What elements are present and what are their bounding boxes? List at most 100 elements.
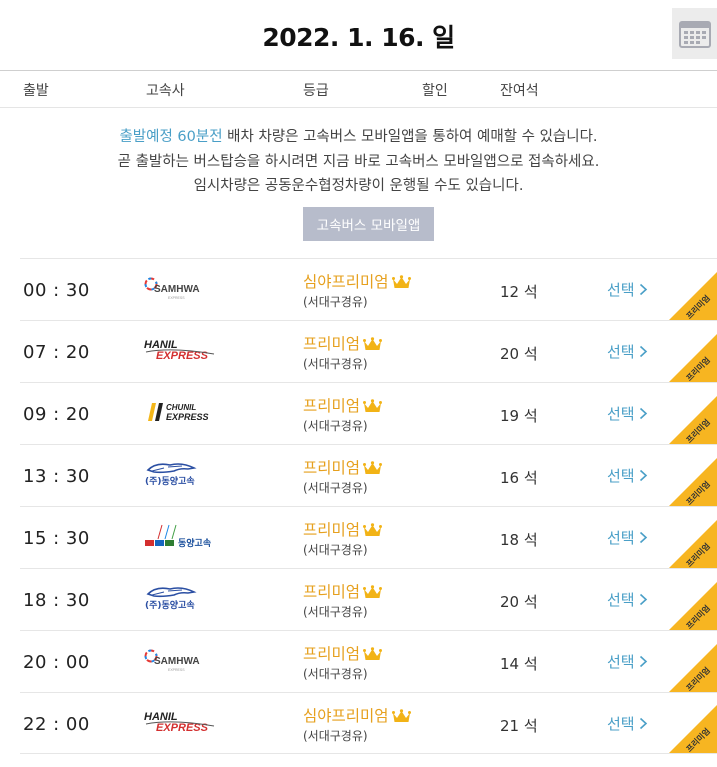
schedule-row: 09 : 20 CHUNIL EXPRESS 프리미엄 (서대구경유) 19 석 선택 프리… bbox=[20, 382, 717, 444]
select-button[interactable]: 선택 bbox=[607, 279, 648, 300]
departure-time: 00 : 30 bbox=[23, 280, 90, 301]
crown-icon bbox=[363, 461, 383, 474]
premium-ribbon: 프리미엄 bbox=[669, 334, 717, 382]
premium-ribbon: 프리미엄 bbox=[669, 705, 717, 753]
chevron-right-icon bbox=[640, 345, 648, 358]
schedule-row: 13 : 30 (주)동양고속 프리미엄 (서대구경유) 16 석 선택 프리미엄 bbox=[20, 444, 717, 506]
schedule-row: 18 : 30 (주)동양고속 프리미엄 (서대구경유) 20 석 선택 프리미엄 bbox=[20, 568, 717, 630]
notice: 출발예정 60분전 배차 차량은 고속버스 모바일앱을 통하여 예매할 수 있습… bbox=[0, 108, 717, 199]
route-note: (서대구경유) bbox=[303, 729, 368, 743]
grade-label: 프리미엄 bbox=[303, 394, 383, 416]
col-seats: 잔여석 bbox=[500, 83, 539, 99]
premium-ribbon: 프리미엄 bbox=[669, 458, 717, 506]
column-header: 출발 고속사 등급 할인 잔여석 bbox=[0, 71, 717, 108]
crown-icon bbox=[363, 399, 383, 412]
svg-text:(주)동양고속: (주)동양고속 bbox=[145, 475, 195, 487]
departure-time: 13 : 30 bbox=[23, 466, 90, 487]
company-logo: 동양고속 bbox=[142, 521, 222, 551]
calendar-button[interactable] bbox=[672, 8, 717, 59]
seats-remaining: 21 석 bbox=[500, 717, 538, 735]
seats-remaining: 19 석 bbox=[500, 407, 538, 425]
schedule-row: 07 : 20 HANIL EXPRESS 프리미엄 (서대구경유) 20 석 선택 프리미… bbox=[20, 320, 717, 382]
route-note: (서대구경유) bbox=[303, 667, 368, 681]
schedule-row: 00 : 30 SAMHWA EXPRESS 심야프리미엄 (서대구경유) 12 석 선택 … bbox=[20, 258, 717, 320]
company-logo: SAMHWA EXPRESS bbox=[142, 645, 222, 675]
calendar-icon bbox=[678, 20, 711, 48]
departure-time: 15 : 30 bbox=[23, 528, 90, 549]
grade-label: 프리미엄 bbox=[303, 332, 383, 354]
seats-remaining: 20 석 bbox=[500, 593, 538, 611]
premium-ribbon: 프리미엄 bbox=[669, 396, 717, 444]
seats-remaining: 14 석 bbox=[500, 655, 538, 673]
company-logo: (주)동양고속 bbox=[142, 583, 222, 613]
select-button[interactable]: 선택 bbox=[607, 713, 648, 734]
select-button[interactable]: 선택 bbox=[607, 341, 648, 362]
crown-icon bbox=[363, 523, 383, 536]
chevron-right-icon bbox=[640, 283, 648, 296]
company-logo: CHUNIL EXPRESS bbox=[142, 397, 222, 427]
seats-remaining: 12 석 bbox=[500, 283, 538, 301]
route-note: (서대구경유) bbox=[303, 543, 368, 557]
grade-label: 프리미엄 bbox=[303, 456, 383, 478]
col-grade: 등급 bbox=[303, 83, 329, 99]
notice-line-2: 곧 출발하는 버스탑승을 하시려면 지금 바로 고속버스 모바일앱으로 접속하세… bbox=[117, 153, 600, 170]
seats-remaining: 18 석 bbox=[500, 531, 538, 549]
premium-ribbon: 프리미엄 bbox=[669, 582, 717, 630]
chevron-right-icon bbox=[640, 531, 648, 544]
svg-text:EXPRESS: EXPRESS bbox=[166, 412, 209, 422]
select-button[interactable]: 선택 bbox=[607, 527, 648, 548]
schedule-row: 20 : 00 SAMHWA EXPRESS 프리미엄 (서대구경유) 14 석 선택 프리… bbox=[20, 630, 717, 692]
notice-line-1: 출발예정 60분전 배차 차량은 고속버스 모바일앱을 통하여 예매할 수 있습… bbox=[119, 129, 598, 145]
route-note: (서대구경유) bbox=[303, 605, 368, 619]
svg-text:SAMHWA: SAMHWA bbox=[154, 284, 200, 295]
grade-label: 프리미엄 bbox=[303, 642, 383, 664]
col-depart: 출발 bbox=[23, 83, 49, 99]
page-title: 2022. 1. 16. 일 bbox=[262, 23, 455, 52]
departure-time: 09 : 20 bbox=[23, 404, 90, 425]
schedule-list: 00 : 30 SAMHWA EXPRESS 심야프리미엄 (서대구경유) 12 석 선택 … bbox=[20, 258, 717, 754]
grade-label: 심야프리미엄 bbox=[303, 704, 411, 726]
route-note: (서대구경유) bbox=[303, 419, 368, 433]
select-button[interactable]: 선택 bbox=[607, 465, 648, 486]
date-header: 2022. 1. 16. 일 bbox=[0, 0, 717, 71]
notice-line-3: 임시차량은 공동운수협정차량이 운행될 수도 있습니다. bbox=[193, 178, 524, 194]
departure-time: 22 : 00 bbox=[23, 714, 90, 735]
svg-text:EXPRESS: EXPRESS bbox=[168, 668, 185, 672]
seats-remaining: 16 석 bbox=[500, 469, 538, 487]
premium-ribbon: 프리미엄 bbox=[669, 272, 717, 320]
route-note: (서대구경유) bbox=[303, 481, 368, 495]
schedule-row: 15 : 30 동양고속 프리미엄 (서대구경유) 18 석 선택 프리미엄 bbox=[20, 506, 717, 568]
grade-label: 프리미엄 bbox=[303, 518, 383, 540]
svg-text:동양고속: 동양고속 bbox=[178, 537, 211, 549]
chevron-right-icon bbox=[640, 469, 648, 482]
crown-icon bbox=[363, 585, 383, 598]
chevron-right-icon bbox=[640, 593, 648, 606]
chevron-right-icon bbox=[640, 655, 648, 668]
select-button[interactable]: 선택 bbox=[607, 403, 648, 424]
mobile-app-button[interactable]: 고속버스 모바일앱 bbox=[303, 207, 434, 241]
seats-remaining: 20 석 bbox=[500, 345, 538, 363]
chevron-right-icon bbox=[640, 717, 648, 730]
svg-text:(주)동양고속: (주)동양고속 bbox=[145, 599, 195, 611]
svg-text:EXPRESS: EXPRESS bbox=[168, 296, 185, 300]
crown-icon bbox=[391, 275, 411, 288]
crown-icon bbox=[363, 337, 383, 350]
premium-ribbon: 프리미엄 bbox=[669, 644, 717, 692]
notice-highlight: 출발예정 60분전 bbox=[119, 129, 223, 145]
crown-icon bbox=[363, 647, 383, 660]
select-button[interactable]: 선택 bbox=[607, 589, 648, 610]
company-logo: (주)동양고속 bbox=[142, 459, 222, 489]
grade-label: 심야프리미엄 bbox=[303, 270, 411, 292]
company-logo: HANIL EXPRESS bbox=[142, 335, 222, 365]
departure-time: 18 : 30 bbox=[23, 590, 90, 611]
company-logo: SAMHWA EXPRESS bbox=[142, 273, 222, 303]
svg-text:CHUNIL: CHUNIL bbox=[166, 403, 196, 412]
route-note: (서대구경유) bbox=[303, 357, 368, 371]
premium-ribbon: 프리미엄 bbox=[669, 520, 717, 568]
select-button[interactable]: 선택 bbox=[607, 651, 648, 672]
col-company: 고속사 bbox=[146, 83, 185, 99]
crown-icon bbox=[391, 709, 411, 722]
departure-time: 20 : 00 bbox=[23, 652, 90, 673]
grade-label: 프리미엄 bbox=[303, 580, 383, 602]
departure-time: 07 : 20 bbox=[23, 342, 90, 363]
